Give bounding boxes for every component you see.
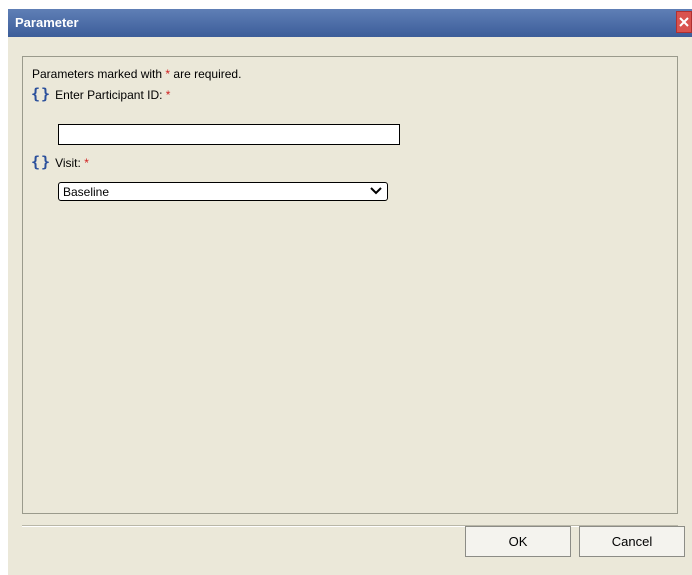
cancel-button[interactable]: Cancel	[579, 526, 685, 557]
curly-braces-icon: {}	[31, 85, 52, 103]
participant-id-label-row: {} Enter Participant ID: *	[31, 87, 170, 102]
dialog-title: Parameter	[15, 15, 79, 30]
curly-braces-icon: {}	[31, 153, 52, 171]
dialog-title-bar[interactable]: Parameter	[8, 9, 692, 37]
visit-select[interactable]: Baseline	[58, 182, 388, 201]
participant-id-label: Enter Participant ID:	[55, 87, 163, 102]
visit-required-star: *	[84, 155, 89, 170]
parameter-dialog: Parameter Parameters marked with * are r…	[8, 9, 692, 575]
participant-id-input[interactable]	[58, 124, 400, 145]
parameter-panel: Parameters marked with * are required. {…	[22, 56, 678, 514]
participant-id-required-star: *	[165, 87, 171, 102]
visit-label: Visit:	[55, 155, 81, 170]
ok-button[interactable]: OK	[465, 526, 571, 557]
close-x-icon	[679, 17, 689, 27]
chevron-down-icon	[370, 187, 382, 195]
visit-label-row: {} Visit: *	[31, 155, 89, 170]
visit-select-value: Baseline	[63, 185, 110, 199]
close-button[interactable]	[676, 11, 692, 33]
required-note-suffix: are required.	[170, 67, 242, 81]
required-note: Parameters marked with * are required.	[32, 67, 241, 81]
required-note-prefix: Parameters marked with	[32, 67, 166, 81]
